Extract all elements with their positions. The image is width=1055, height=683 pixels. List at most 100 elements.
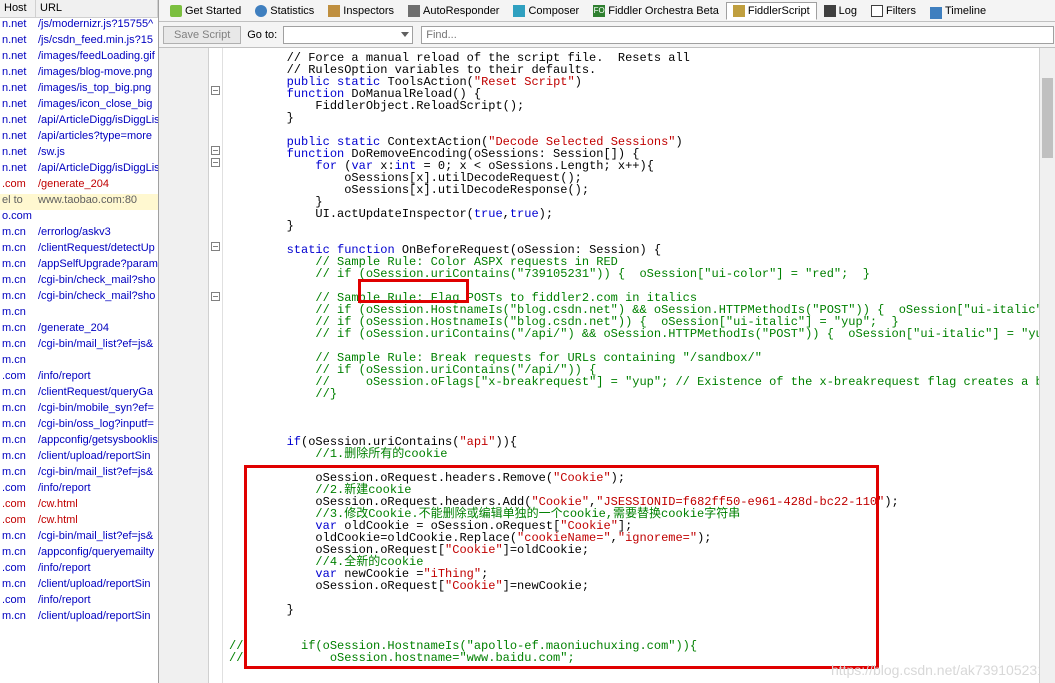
table-row[interactable]: .com/cw.html [0,514,158,530]
table-row[interactable]: m.cn/client/upload/reportSin [0,578,158,594]
tab-log[interactable]: Log [817,2,864,20]
host-cell: m.cn [0,226,36,242]
table-row[interactable]: n.net/api/articles?type=more [0,130,158,146]
table-row[interactable]: .com/info/report [0,562,158,578]
fold-icon[interactable] [211,292,220,301]
table-row[interactable]: m.cn/appconfig/getsysbooklis [0,434,158,450]
sessions-list[interactable]: n.net/js/modernizr.js?15755^n.net/js/csd… [0,18,158,683]
fold-icon[interactable] [211,146,220,155]
gutter [159,48,209,683]
host-cell: n.net [0,146,36,162]
table-row[interactable]: n.net/api/ArticleDigg/isDiggLis [0,114,158,130]
table-row[interactable]: m.cn/client/upload/reportSin [0,610,158,626]
table-row[interactable]: .com/info/report [0,594,158,610]
fold-icon[interactable] [211,242,220,251]
find-input[interactable] [421,26,1054,44]
table-row[interactable]: m.cn/client/upload/reportSin [0,450,158,466]
table-row[interactable]: .com/info/report [0,370,158,386]
col-host[interactable]: Host [0,0,36,17]
tab-statistics[interactable]: Statistics [248,2,321,20]
table-row[interactable]: n.net/js/modernizr.js?15755^ [0,18,158,34]
table-row[interactable]: m.cn/cgi-bin/oss_log?inputf= [0,418,158,434]
fs-icon [733,5,745,17]
url-cell: /client/upload/reportSin [36,578,158,594]
table-row[interactable]: m.cn/clientRequest/queryGa [0,386,158,402]
goto-input[interactable] [283,26,413,44]
table-row[interactable]: m.cn [0,306,158,322]
chevron-down-icon[interactable] [401,32,409,37]
url-cell: /cgi-bin/mail_list?ef=js& [36,466,158,482]
table-row[interactable]: n.net/api/ArticleDigg/isDiggLis [0,162,158,178]
right-panel: Get StartedStatistics Inspectors AutoRespo… [159,0,1055,683]
tab-autoresponder[interactable]: AutoResponder [401,2,506,20]
host-cell: .com [0,594,36,610]
url-cell: /sw.js [36,146,158,162]
fold-column[interactable] [209,48,223,683]
table-row[interactable]: m.cn/appSelfUpgrade?param [0,258,158,274]
scrollbar-thumb[interactable] [1042,78,1053,158]
table-row[interactable]: n.net/images/is_top_big.png [0,82,158,98]
table-row[interactable]: .com/info/report [0,482,158,498]
url-cell [36,210,158,226]
tab-label: Fiddler Orchestra Beta [608,5,719,17]
url-cell: www.taobao.com:80 [36,194,158,210]
url-cell: /info/report [36,594,158,610]
tab-fiddlerscript[interactable]: FiddlerScript [726,2,817,20]
host-cell: .com [0,498,36,514]
host-cell: n.net [0,162,36,178]
tab-strip: Get StartedStatistics Inspectors AutoRespo… [159,0,1055,22]
host-cell: el to [0,194,36,210]
table-row[interactable]: m.cn/cgi-bin/check_mail?sho [0,290,158,306]
table-row[interactable]: m.cn/appconfig/queryemailty [0,546,158,562]
save-script-button[interactable]: Save Script [163,26,241,44]
host-cell: .com [0,178,36,194]
table-row[interactable]: m.cn/cgi-bin/mobile_syn?ef= [0,402,158,418]
table-row[interactable]: .com/cw.html [0,498,158,514]
table-row[interactable]: n.net/images/feedLoading.gif [0,50,158,66]
table-row[interactable]: n.net/js/csdn_feed.min.js?15 [0,34,158,50]
code-area[interactable]: // Force a manual reload of the script f… [223,48,1055,683]
table-row[interactable]: m.cn/cgi-bin/mail_list?ef=js& [0,530,158,546]
table-row[interactable]: n.net/images/icon_close_big [0,98,158,114]
host-cell: m.cn [0,578,36,594]
url-cell: /generate_204 [36,322,158,338]
table-row[interactable]: n.net/sw.js [0,146,158,162]
tab-inspectors[interactable]: Inspectors [321,2,401,20]
host-cell: m.cn [0,450,36,466]
tab-timeline[interactable]: Timeline [923,0,993,22]
table-row[interactable]: m.cn/generate_204 [0,322,158,338]
tab-label: Inspectors [343,5,394,17]
host-cell: n.net [0,66,36,82]
table-row[interactable]: m.cn/errorlog/askv3 [0,226,158,242]
fold-icon[interactable] [211,158,220,167]
tab-filters[interactable]: Filters [864,2,923,20]
host-cell: m.cn [0,290,36,306]
sessions-header: Host URL [0,0,158,18]
table-row[interactable]: m.cn [0,354,158,370]
code-editor[interactable]: // Force a manual reload of the script f… [159,48,1055,683]
host-cell: m.cn [0,322,36,338]
col-url[interactable]: URL [36,0,158,17]
table-row[interactable]: o.com [0,210,158,226]
tab-label: Log [839,5,857,17]
table-row[interactable]: el towww.taobao.com:80 [0,194,158,210]
table-row[interactable]: .com/generate_204 [0,178,158,194]
get-icon [170,5,182,17]
host-cell: m.cn [0,338,36,354]
scrollbar-vertical[interactable] [1039,48,1055,683]
host-cell: n.net [0,18,36,34]
sessions-panel: Host URL n.net/js/modernizr.js?15755^n.n… [0,0,159,683]
tab-composer[interactable]: Composer [506,2,586,20]
url-cell: /images/icon_close_big [36,98,158,114]
host-cell: m.cn [0,258,36,274]
tab-fiddler-orchestra-beta[interactable]: FOFiddler Orchestra Beta [586,2,726,20]
fold-icon[interactable] [211,86,220,95]
tab-get-started[interactable]: Get Started [163,2,248,20]
table-row[interactable]: m.cn/cgi-bin/mail_list?ef=js& [0,338,158,354]
url-cell: /info/report [36,562,158,578]
fo-icon: FO [593,5,605,17]
table-row[interactable]: m.cn/clientRequest/detectUp [0,242,158,258]
table-row[interactable]: m.cn/cgi-bin/mail_list?ef=js& [0,466,158,482]
table-row[interactable]: n.net/images/blog-move.png [0,66,158,82]
table-row[interactable]: m.cn/cgi-bin/check_mail?sho [0,274,158,290]
